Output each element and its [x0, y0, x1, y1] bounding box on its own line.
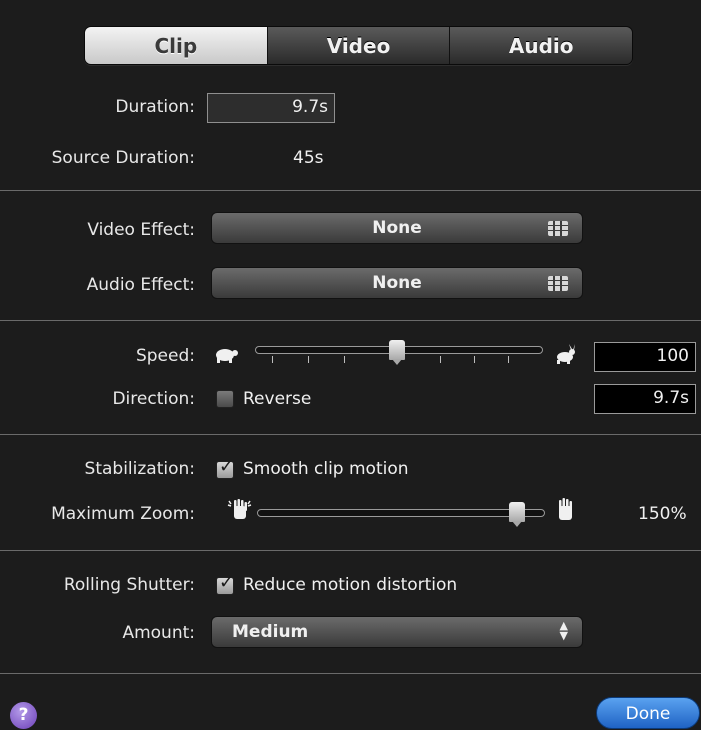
grid-icon [548, 276, 568, 291]
speed-slider-knob[interactable] [389, 340, 405, 365]
tab-clip[interactable]: Clip [85, 27, 267, 64]
tab-video[interactable]: Video [266, 27, 450, 64]
reverse-checkbox[interactable] [216, 390, 234, 408]
inspector-tabs: Clip Video Audio [84, 26, 633, 65]
max-zoom-label: Maximum Zoom: [51, 504, 195, 524]
source-duration-value: 45s [293, 148, 324, 168]
select-arrows-icon: ▲ ▼ [559, 619, 568, 642]
audio-effect-label: Audio Effect: [86, 275, 195, 295]
video-effect-value: None [372, 218, 422, 238]
rabbit-icon [557, 344, 575, 364]
checkmark-icon: ✓ [219, 456, 235, 477]
divider [0, 673, 701, 674]
reduce-motion-distortion-checkbox[interactable]: ✓ [216, 572, 234, 595]
max-zoom-slider[interactable] [257, 509, 545, 517]
video-effect-label: Video Effect: [87, 220, 195, 240]
duration-label: Duration: [115, 97, 195, 117]
divider [0, 320, 701, 321]
smooth-clip-motion-checkbox[interactable]: ✓ [216, 456, 234, 479]
reduce-motion-distortion-label: Reduce motion distortion [243, 575, 458, 595]
max-zoom-slider-knob[interactable] [509, 502, 525, 527]
speed-tick [308, 356, 309, 363]
speed-tick [272, 356, 273, 363]
stabilization-label: Stabilization: [84, 459, 195, 479]
rolling-shutter-label: Rolling Shutter: [63, 575, 195, 595]
audio-effect-popup[interactable]: None [211, 267, 583, 299]
divider [0, 190, 701, 191]
grid-icon [548, 221, 568, 236]
amount-value: Medium [232, 622, 309, 642]
amount-select[interactable]: Medium ▲ ▼ [211, 616, 583, 648]
checkmark-icon: ✓ [219, 572, 235, 593]
direction-label: Direction: [112, 389, 195, 409]
speed-tick [344, 356, 345, 363]
speed-tick [440, 356, 441, 363]
speed-tick [474, 356, 475, 363]
max-zoom-value: 150% [638, 504, 687, 524]
source-duration-label: Source Duration: [51, 148, 195, 168]
done-button[interactable]: Done [596, 697, 700, 729]
amount-label: Amount: [122, 623, 195, 643]
steady-hand-icon [559, 498, 572, 520]
divider [0, 550, 701, 551]
speed-label: Speed: [135, 346, 195, 366]
video-effect-popup[interactable]: None [211, 212, 583, 244]
shaky-hand-icon [227, 499, 252, 519]
tab-audio[interactable]: Audio [449, 27, 632, 64]
audio-effect-value: None [372, 273, 422, 293]
reverse-label: Reverse [243, 389, 312, 409]
turtle-icon [216, 349, 238, 363]
speed-duration-field[interactable]: 9.7s [594, 384, 696, 414]
duration-field[interactable]: 9.7s [207, 93, 335, 123]
speed-tick [508, 356, 509, 363]
smooth-clip-motion-label: Smooth clip motion [243, 459, 409, 479]
divider [0, 434, 701, 435]
speed-field[interactable]: 100 [594, 342, 696, 372]
